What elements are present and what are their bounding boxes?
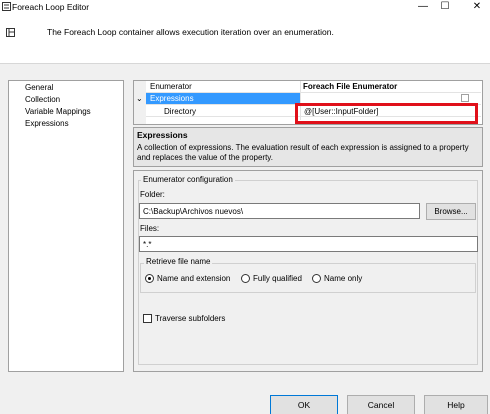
files-label: Files: — [140, 224, 160, 233]
traverse-subfolders-checkbox[interactable] — [143, 314, 152, 323]
expression-ellipsis-button[interactable] — [461, 94, 469, 102]
header-description: The Foreach Loop container allows execut… — [47, 27, 334, 37]
browse-button[interactable]: Browse... — [426, 203, 476, 220]
foreach-container-icon — [6, 28, 15, 37]
name-only-radio[interactable] — [312, 274, 321, 283]
name-only-label[interactable]: Name only — [324, 274, 362, 283]
fully-qualified-label[interactable]: Fully qualified — [253, 274, 302, 283]
window-title: Foreach Loop Editor — [12, 2, 90, 12]
folder-label: Folder: — [140, 190, 165, 199]
enumerator-config-label: Enumerator configuration — [141, 175, 235, 184]
nav-item-variable-mappings[interactable]: Variable Mappings — [25, 107, 91, 116]
collapse-chevron-icon[interactable]: ⌄ — [136, 94, 143, 103]
description-title: Expressions — [137, 130, 188, 140]
property-name: Enumerator — [150, 82, 192, 91]
ok-button[interactable]: OK — [270, 395, 338, 414]
cancel-button[interactable]: Cancel — [347, 395, 415, 414]
traverse-subfolders-label[interactable]: Traverse subfolders — [155, 314, 225, 323]
files-input[interactable]: *.* — [139, 236, 478, 252]
maximize-button[interactable]: ☐ — [430, 0, 460, 14]
fully-qualified-radio[interactable] — [241, 274, 250, 283]
property-name: Expressions — [150, 94, 194, 103]
retrieve-file-name-label: Retrieve file name — [144, 257, 213, 266]
highlight-annotation — [295, 103, 478, 124]
foreach-loop-icon — [2, 2, 11, 11]
name-and-extension-label[interactable]: Name and extension — [157, 274, 230, 283]
property-name: Directory — [164, 107, 197, 116]
page-navigation: General Collection Variable Mappings Exp… — [8, 80, 124, 372]
nav-item-expressions[interactable]: Expressions — [25, 119, 69, 128]
name-and-extension-radio[interactable] — [145, 274, 154, 283]
nav-item-general[interactable]: General — [25, 83, 53, 92]
folder-input[interactable]: C:\Backup\Archivos nuevos\ — [139, 203, 420, 219]
nav-item-collection[interactable]: Collection — [25, 95, 60, 104]
description-text: A collection of expressions. The evaluat… — [137, 143, 469, 162]
close-button[interactable]: ✕ — [462, 0, 490, 14]
property-value[interactable]: Foreach File Enumerator — [303, 82, 397, 91]
help-button[interactable]: Help — [424, 395, 488, 414]
property-row-enumerator[interactable]: Enumerator Foreach File Enumerator — [146, 81, 481, 93]
header-panel — [0, 14, 490, 64]
